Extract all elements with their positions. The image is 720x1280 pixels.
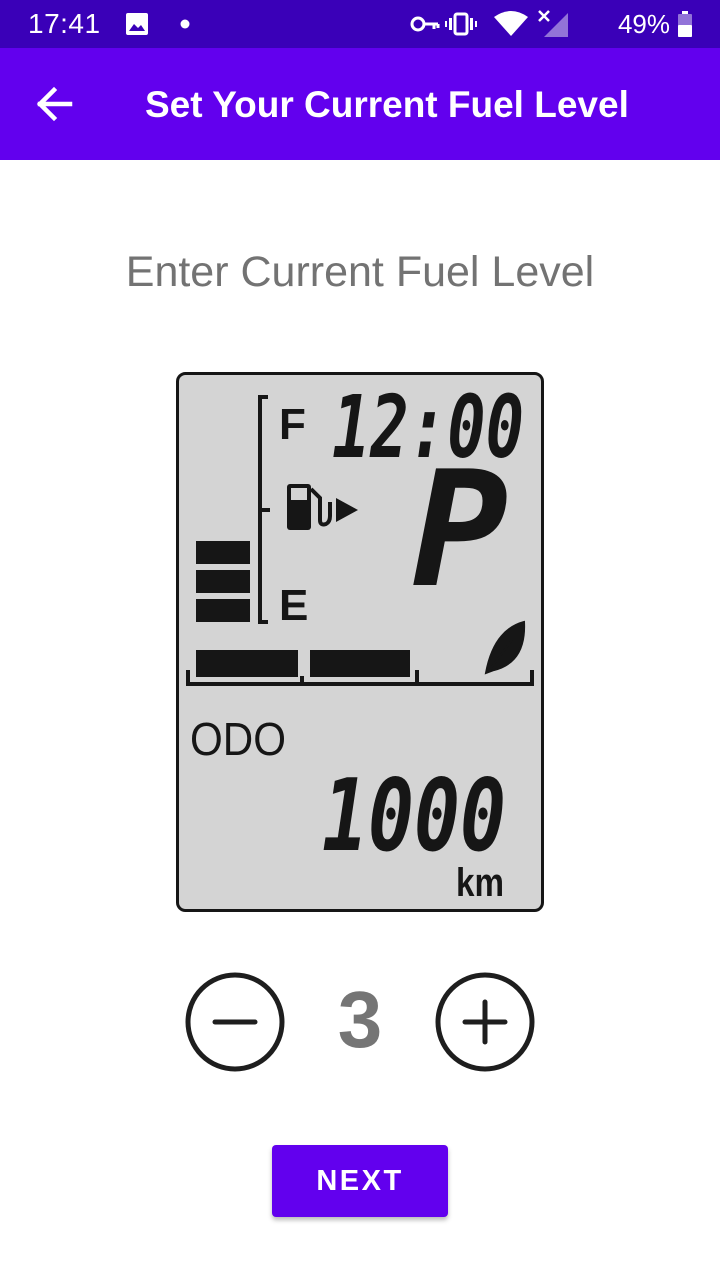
wifi-icon xyxy=(493,11,528,36)
app-bar: Set Your Current Fuel Level xyxy=(0,48,720,160)
odometer-unit: km xyxy=(456,861,504,905)
gear-indicator: P xyxy=(412,436,508,623)
app-bar-title: Set Your Current Fuel Level xyxy=(145,84,629,125)
battery-percent: 49% xyxy=(617,8,670,39)
increase-level-button[interactable] xyxy=(434,971,536,1073)
dashboard-display-graphic: F E 12:00 P ODO 1000 km xyxy=(176,372,544,912)
odo-label: ODO xyxy=(190,713,286,765)
no-signal-icon xyxy=(538,10,568,37)
full-marker: F xyxy=(279,400,306,449)
next-button[interactable]: NEXT xyxy=(272,1145,448,1217)
fuel-bar-2 xyxy=(196,570,250,593)
fuel-bar-3 xyxy=(196,541,250,564)
fuel-level-heading: Enter Current Fuel Level xyxy=(125,248,595,296)
status-bar: 17:41 49% xyxy=(0,0,720,48)
arrow-back-icon xyxy=(36,86,73,122)
battery-icon xyxy=(678,11,692,37)
fuel-level-bars xyxy=(196,541,250,622)
image-icon xyxy=(126,13,148,35)
plus-icon xyxy=(462,999,508,1045)
dashboard-display: F E 12:00 P ODO 1000 km xyxy=(176,372,544,912)
status-right-icon-row xyxy=(410,10,568,37)
fuel-level-value: 3 xyxy=(337,975,383,1064)
back-button[interactable] xyxy=(28,78,80,130)
status-time: 17:41 xyxy=(28,8,101,39)
vibrate-icon xyxy=(444,12,477,36)
eco-bar-2 xyxy=(310,650,410,677)
vpn-key-icon xyxy=(410,16,440,32)
fuel-bar-1 xyxy=(196,599,250,622)
empty-marker: E xyxy=(279,581,308,630)
status-notification-icons xyxy=(126,13,190,35)
notification-dot-icon xyxy=(180,19,190,29)
eco-bar-1 xyxy=(196,650,298,677)
decrease-level-button[interactable] xyxy=(184,971,286,1073)
odometer-reading: 1000 xyxy=(322,757,506,874)
status-system-icons: 49% xyxy=(408,9,692,39)
